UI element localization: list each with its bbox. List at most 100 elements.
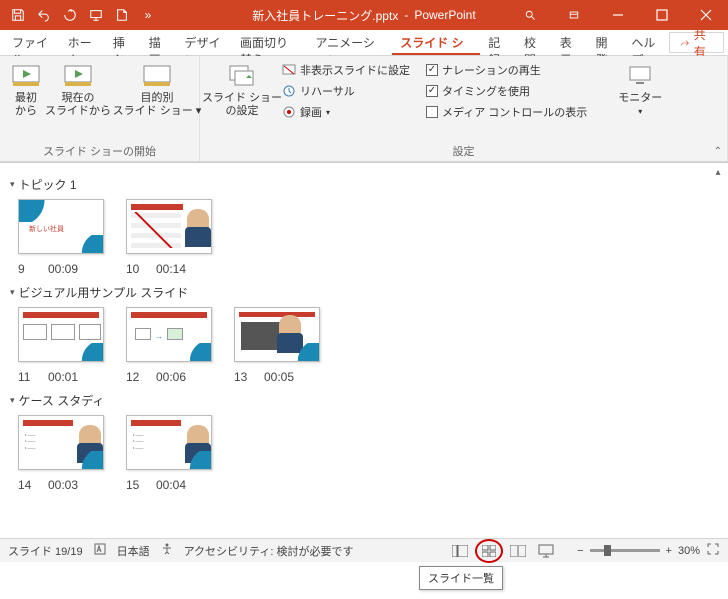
slide-time: 00:05 [264, 370, 294, 384]
checkbox-icon [426, 106, 438, 118]
from-beginning-button[interactable]: 最初から [6, 60, 46, 120]
language-label[interactable]: 日本語 [117, 543, 150, 559]
slide-thumb[interactable]: 13 00:05 [234, 307, 320, 384]
minimize-icon[interactable] [596, 0, 640, 30]
show-media-checkbox[interactable]: メディア コントロールの表示 [426, 102, 587, 122]
undo-icon[interactable] [32, 3, 56, 27]
setup-show-label: スライド ショー の設定 [202, 92, 282, 118]
chevron-down-icon: ▾ [638, 107, 642, 116]
play-narrations-label: ナレーションの再生 [442, 62, 541, 78]
slide-number: 12 [126, 370, 146, 384]
spellcheck-icon[interactable] [93, 542, 107, 559]
hide-slide-button[interactable]: 非表示スライドに設定 [282, 60, 410, 80]
tab-draw[interactable]: 描画 [141, 30, 177, 55]
accessibility-label[interactable]: アクセシビリティ: 検討が必要です [184, 543, 354, 559]
group-setup-label: 設定 [206, 141, 721, 159]
slide-thumb[interactable]: • ――• ――• ―― 1500:04 [126, 415, 212, 492]
rehearse-button[interactable]: リハーサル [282, 81, 410, 101]
ribbon-group-setup: スライド ショー の設定 非表示スライドに設定 リハーサル 録画 ▾ ナレ [200, 56, 728, 161]
ribbon-group-start: 最初から 現在の スライドから 目的別 スライド ショー ▾ スライド ショーの… [0, 56, 200, 161]
collapse-ribbon-icon[interactable]: ⌃ [714, 146, 722, 157]
ribbon: 最初から 現在の スライドから 目的別 スライド ショー ▾ スライド ショーの… [0, 56, 728, 162]
slide-number: 13 [234, 370, 254, 384]
view-buttons [447, 539, 559, 563]
slide-counter[interactable]: スライド 19/19 [8, 543, 83, 559]
close-icon[interactable] [684, 0, 728, 30]
hide-slide-icon [282, 63, 296, 77]
tab-review[interactable]: 校閲 [516, 30, 552, 55]
tab-record[interactable]: 記録 [480, 30, 516, 55]
titlebar: » 新入社員トレーニング.pptx - PowerPoint [0, 0, 728, 30]
accessibility-icon[interactable] [160, 542, 174, 559]
slide-number: 9 [18, 262, 38, 276]
zoom-slider[interactable] [590, 549, 660, 552]
tab-slideshow[interactable]: スライド ショー [392, 30, 480, 55]
filename-label: 新入社員トレーニング.pptx [252, 7, 398, 24]
show-media-label: メディア コントロールの表示 [442, 104, 587, 120]
slide-time: 00:01 [48, 370, 78, 384]
monitor-button[interactable]: モニター▾ [612, 60, 668, 120]
tab-transitions[interactable]: 画面切り替え [232, 30, 307, 55]
checkbox-icon [426, 64, 438, 76]
monitor-icon [624, 62, 656, 90]
slide-thumb[interactable]: → 1200:06 [126, 307, 212, 384]
qat-more-icon[interactable]: » [136, 3, 160, 27]
section-header[interactable]: ケース スタディ [10, 392, 718, 409]
record-icon [282, 105, 296, 119]
tab-file[interactable]: ファイル [4, 30, 60, 55]
tooltip: スライド一覧 [419, 566, 503, 590]
normal-view-button[interactable] [447, 541, 473, 561]
slide-thumb[interactable]: • ――• ――• ―― 1400:03 [18, 415, 104, 492]
slide-number: 11 [18, 370, 38, 384]
checkbox-icon [426, 85, 438, 97]
tab-developer[interactable]: 開発 [588, 30, 624, 55]
present-from-start-icon[interactable] [84, 3, 108, 27]
slide-thumb[interactable]: 新しい社員 900:09 [18, 199, 104, 276]
slide-thumb[interactable]: 10 00:14 [126, 199, 212, 276]
search-icon[interactable] [508, 0, 552, 30]
zoom-out-button[interactable]: − [577, 545, 583, 557]
ribbon-mode-icon[interactable] [552, 0, 596, 30]
tab-animations[interactable]: アニメーション [307, 30, 392, 55]
reading-view-button[interactable] [505, 541, 531, 561]
slide-sorter-view-button[interactable] [475, 539, 503, 563]
zoom-percent[interactable]: 30% [678, 545, 700, 557]
section-title: ケース スタディ [19, 392, 105, 409]
tab-home[interactable]: ホーム [60, 30, 105, 55]
scroll-up-icon[interactable]: ▴ [710, 164, 726, 180]
section-header[interactable]: ビジュアル用サンプル スライド [10, 284, 718, 301]
new-file-icon[interactable] [110, 3, 134, 27]
slide-time: 00:06 [156, 370, 186, 384]
slide-sorter[interactable]: ▴ トピック 1 新しい社員 900:09 1000:14 ビジュアル用サンプル… [0, 162, 728, 538]
ribbon-tabs: ファイル ホーム 挿入 描画 デザイン 画面切り替え アニメーション スライド … [0, 30, 728, 56]
use-timings-label: タイミングを使用 [442, 83, 530, 99]
share-button[interactable]: 共有 [669, 32, 724, 53]
slide-time: 00:09 [48, 262, 78, 276]
redo-icon[interactable] [58, 3, 82, 27]
slide-thumb[interactable]: 11 00:01 [18, 307, 104, 384]
custom-show-label: 目的別 スライド ショー ▾ [113, 92, 202, 118]
slide-number: 10 [126, 262, 146, 276]
play-narrations-checkbox[interactable]: ナレーションの再生 [426, 60, 587, 80]
fit-to-window-icon[interactable] [706, 542, 720, 559]
slide-time: 00:03 [48, 478, 78, 492]
slideshow-view-button[interactable] [533, 541, 559, 561]
record-button[interactable]: 録画 ▾ [282, 102, 410, 122]
custom-show-button[interactable]: 目的別 スライド ショー ▾ [118, 60, 196, 120]
tab-design[interactable]: デザイン [176, 30, 232, 55]
setup-show-icon [226, 62, 258, 90]
maximize-icon[interactable] [640, 0, 684, 30]
setup-show-button[interactable]: スライド ショー の設定 [206, 60, 278, 120]
zoom-in-button[interactable]: + [666, 545, 672, 557]
statusbar: スライド 19/19 日本語 アクセシビリティ: 検討が必要です − + 30% [0, 538, 728, 562]
slide-number: 15 [126, 478, 146, 492]
use-timings-checkbox[interactable]: タイミングを使用 [426, 81, 587, 101]
save-icon[interactable] [6, 3, 30, 27]
tab-help[interactable]: ヘルプ [623, 30, 669, 55]
section-header[interactable]: トピック 1 [10, 176, 718, 193]
tab-view[interactable]: 表示 [552, 30, 588, 55]
slide-number: 14 [18, 478, 38, 492]
from-current-button[interactable]: 現在の スライドから [50, 60, 106, 120]
slide-time: 00:14 [156, 262, 186, 276]
tab-insert[interactable]: 挿入 [105, 30, 141, 55]
